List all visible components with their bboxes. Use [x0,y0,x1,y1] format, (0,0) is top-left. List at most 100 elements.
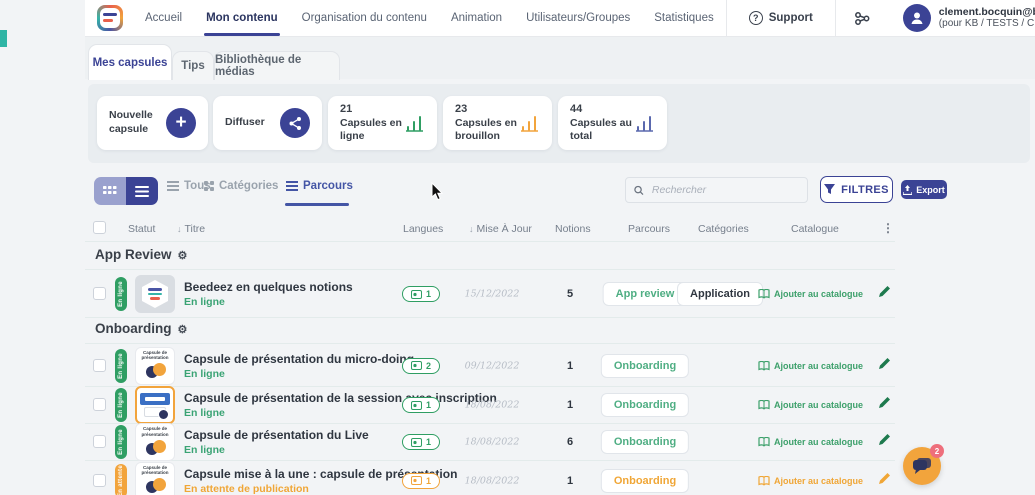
capsule-thumbnail[interactable]: Capsule de présentation [135,347,175,385]
table-row[interactable]: En attente Capsule de présentation Capsu… [85,461,895,495]
nav-item-organisation[interactable]: Organisation du contenu [290,0,439,36]
header-catalogue[interactable]: Catalogue [791,223,839,235]
stat-card-draft[interactable]: 23 Capsules en brouillon [443,96,552,150]
categorie-chip[interactable]: Application [677,282,763,306]
share-icon[interactable] [280,108,310,138]
languages-badge[interactable]: 2 [402,358,440,374]
header-statut[interactable]: Statut [128,223,155,235]
select-all-checkbox[interactable] [93,221,106,234]
plus-icon[interactable] [166,108,196,138]
row-checkbox[interactable] [93,474,106,487]
languages-badge[interactable]: 1 [402,286,440,302]
header-parcours[interactable]: Parcours [628,223,670,235]
filter-tab-categories[interactable]: Catégories [204,180,278,192]
header-categories[interactable]: Catégories [698,223,749,235]
capsule-thumbnail[interactable] [135,275,175,313]
languages-badge[interactable]: 1 [402,434,440,450]
languages-badge[interactable]: 1 [402,473,440,489]
header-mise-a-jour[interactable]: Mise À Jour [469,223,532,235]
filter-tab-parcours[interactable]: Parcours [286,180,353,192]
table-row[interactable]: En ligne Capsule de présentation Capsule… [85,424,895,461]
funnel-icon [824,184,835,195]
parcours-chip[interactable]: App review [603,282,688,306]
header-titre[interactable]: Titre [177,223,205,235]
stat-draft-value: 23 [455,103,467,115]
new-capsule-card[interactable]: Nouvelle capsule [97,96,208,150]
user-avatar[interactable] [903,4,931,32]
diffuse-label: Diffuser [225,116,280,130]
tab-bibliotheque-medias[interactable]: Bibliothèque de médias [214,51,340,80]
language-flag-icon [411,401,422,410]
add-to-catalogue-link[interactable]: Ajouter au catalogue [758,361,863,371]
account-info[interactable]: clement.bocquin@beedeez.c... (pour KB / … [939,6,1035,30]
grid-dots-icon [204,181,214,191]
stat-card-total[interactable]: 44Capsules au total [558,96,667,150]
nav-item-animation[interactable]: Animation [439,0,514,36]
table-row[interactable]: En ligne Capsule de présentation Capsule… [85,345,895,387]
table-row[interactable]: En ligne Capsule de présentation de la s… [85,387,895,424]
export-button[interactable]: Export [901,180,947,199]
section-name: Onboarding [95,321,172,336]
tab-tips[interactable]: Tips [172,51,214,80]
stat-card-online[interactable]: 21Capsules en ligne [328,96,437,150]
search-input[interactable] [650,183,799,197]
diffuse-card[interactable]: Diffuser [213,96,322,150]
edit-pencil-icon[interactable] [878,285,891,303]
gear-icon[interactable] [178,324,188,336]
new-capsule-label: Nouvelle capsule [109,109,166,136]
stat-draft-label: Capsules en brouillon [455,117,517,143]
header-langues[interactable]: Langues [403,223,443,235]
add-to-catalogue-link[interactable]: Ajouter au catalogue [758,400,863,410]
bar-chart-icon-blue [635,114,655,132]
notions-count: 5 [567,288,573,300]
support-button[interactable]: ? Support [727,11,835,25]
add-to-catalogue-link[interactable]: Ajouter au catalogue [758,437,863,447]
filters-button[interactable]: FILTRES [820,176,893,203]
list-view-icon[interactable] [126,177,158,205]
stat-online-label: Capsules en ligne [340,117,402,143]
table-row[interactable]: En ligne Beedeez en quelques notions En … [85,271,895,318]
network-share-icon[interactable] [836,10,889,27]
status-vertical-badge: En ligne [115,277,127,311]
parcours-chip[interactable]: Onboarding [601,393,689,417]
capsule-thumbnail[interactable] [135,386,175,424]
chat-unread-badge: 2 [930,444,944,458]
question-icon: ? [749,11,763,25]
nav-item-mon-contenu[interactable]: Mon contenu [194,0,290,36]
row-checkbox[interactable] [93,398,106,411]
add-to-catalogue-link[interactable]: Ajouter au catalogue [758,476,863,486]
parcours-chip[interactable]: Onboarding [601,469,689,493]
capsule-thumbnail[interactable]: Capsule de présentation [135,423,175,461]
account-org: (pour KB / TESTS / CHANTIER [939,18,1035,30]
beedeez-logo-icon[interactable] [97,5,123,31]
languages-badge[interactable]: 1 [402,397,440,413]
stat-online-text: 21Capsules en ligne [340,102,402,144]
parcours-chip[interactable]: Onboarding [601,354,689,378]
stat-total-label: Capsules au total [570,117,632,143]
nav-item-utilisateurs[interactable]: Utilisateurs/Groupes [514,0,642,36]
update-date: 15/12/2022 [465,289,520,300]
grid-view-icon[interactable] [94,177,126,205]
nav-item-accueil[interactable]: Accueil [133,0,194,36]
language-flag-icon [411,438,422,447]
edit-pencil-icon[interactable] [878,433,891,451]
row-checkbox[interactable] [93,359,106,372]
add-to-catalogue-link[interactable]: Ajouter au catalogue [758,289,863,299]
view-toggle[interactable] [94,177,158,205]
status-vertical-badge: En ligne [115,388,127,422]
nav-item-statistiques[interactable]: Statistiques [642,0,725,36]
header-more-icon[interactable] [882,221,894,235]
tab-mes-capsules[interactable]: Mes capsules [88,44,172,80]
gear-icon[interactable] [178,250,188,262]
language-flag-icon [411,290,422,299]
edit-pencil-icon[interactable] [878,472,891,490]
section-app-review: App Review [85,246,895,270]
parcours-chip[interactable]: Onboarding [601,430,689,454]
header-notions[interactable]: Notions [555,223,591,235]
edit-pencil-icon[interactable] [878,357,891,375]
row-checkbox[interactable] [93,435,106,448]
capsule-thumbnail[interactable]: Capsule de présentation [135,462,175,495]
edit-pencil-icon[interactable] [878,396,891,414]
catalogue-book-icon [758,361,770,371]
row-checkbox[interactable] [93,287,106,300]
